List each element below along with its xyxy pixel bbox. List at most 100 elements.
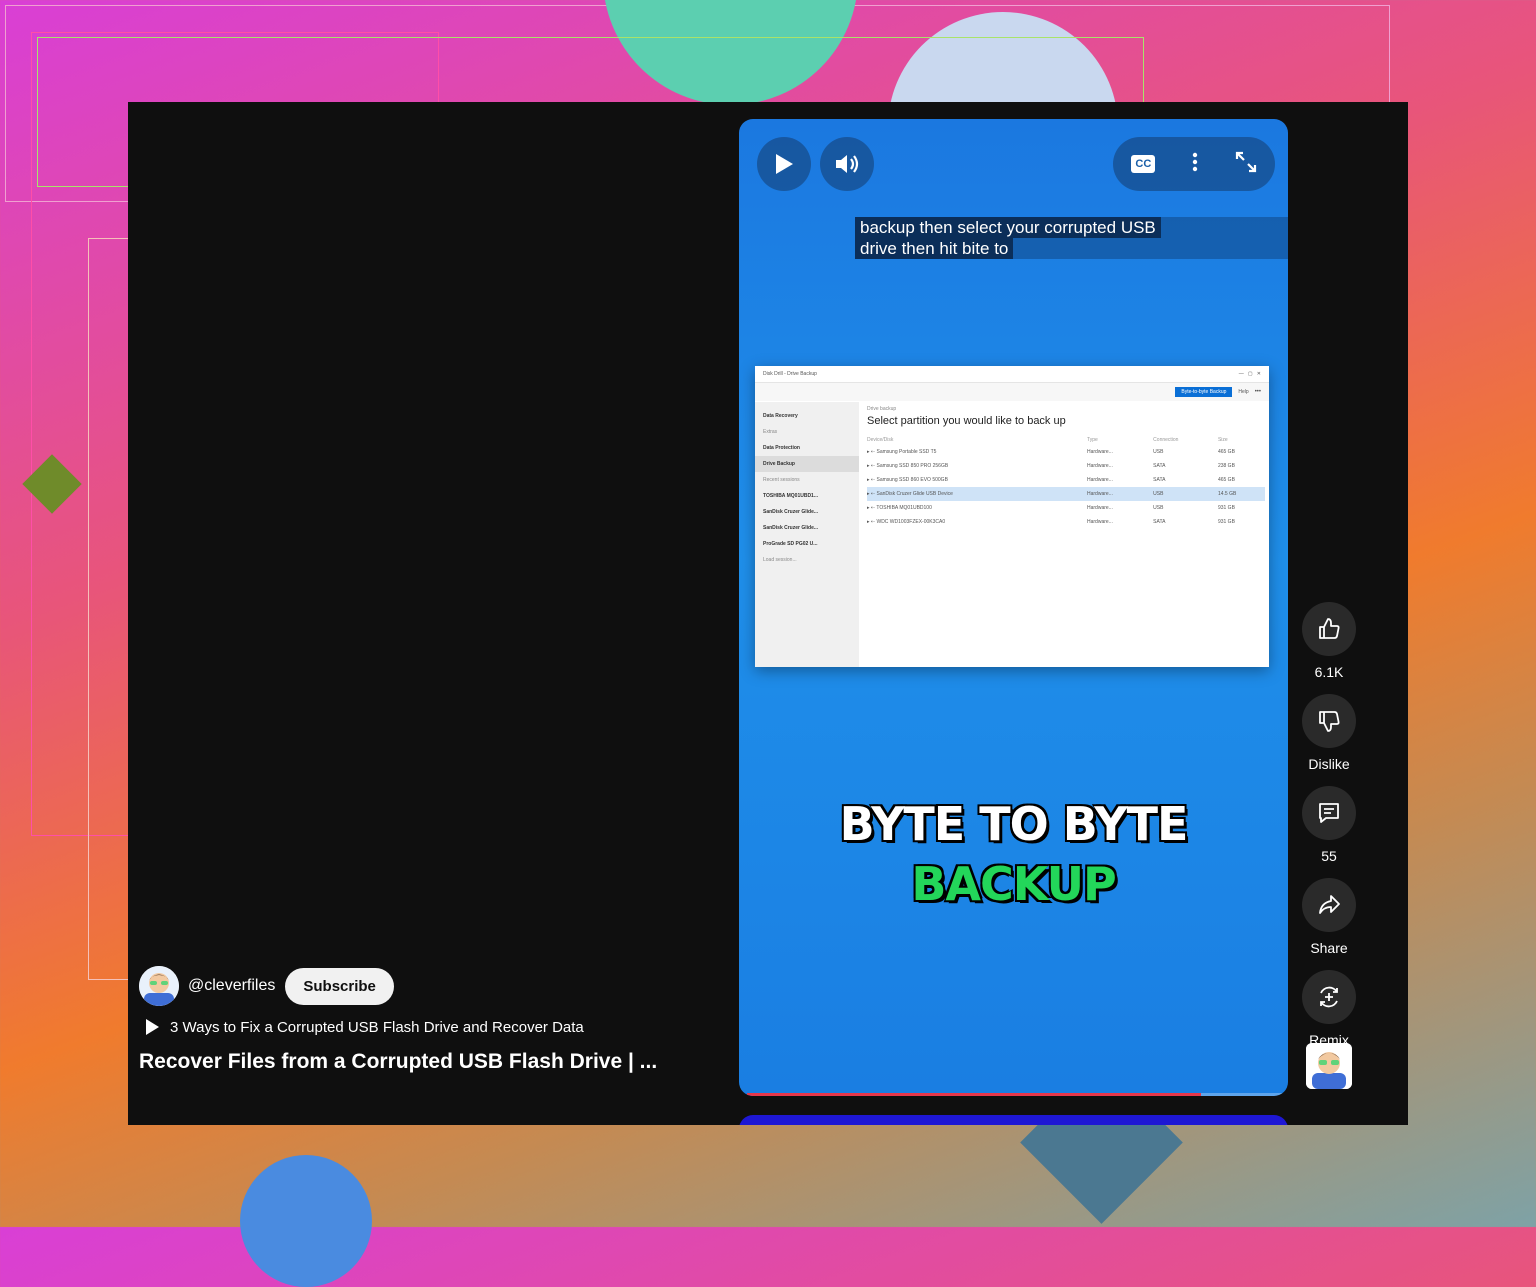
window-sidebar-item: TOSHIBA MQ01UBD1... xyxy=(763,493,819,499)
play-small-icon xyxy=(146,1019,159,1035)
background-circle xyxy=(603,0,858,105)
short-title[interactable]: Recover Files from a Corrupted USB Flash… xyxy=(139,1050,657,1074)
disk-table-row: ▸ ⇠ WDC WD1003FZEX-00K3CA0 Hardware... SAT… xyxy=(867,515,1265,529)
disk-table-cell: 465 GB xyxy=(1217,449,1235,455)
avatar-icon xyxy=(139,966,179,1006)
volume-icon xyxy=(836,155,859,173)
dislike-action: Dislike xyxy=(1300,694,1358,772)
help-label: Help xyxy=(1238,389,1249,395)
cc-label: CC xyxy=(1135,158,1152,170)
window-sidebar-item: SanDisk Cruzer Glide... xyxy=(763,525,819,531)
disk-table-cell: USB xyxy=(1153,449,1164,455)
related-video-title: 3 Ways to Fix a Corrupted USB Flash Driv… xyxy=(170,1018,584,1036)
window-sidebar-item: ProGrade SD PG02 U... xyxy=(763,541,818,547)
remix-button[interactable] xyxy=(1302,970,1356,1024)
disk-table-cell: 465 GB xyxy=(1217,477,1235,483)
window-sidebar-item: Extras xyxy=(763,429,778,435)
disk-table-cell: Hardware... xyxy=(1087,477,1113,483)
window-sidebar: Data Recovery Extras Data Protection Drive … xyxy=(755,402,859,667)
overlay-title-line-2: BACKUP xyxy=(911,857,1116,911)
embedded-app-window: Disk Drill - Drive Backup — ▢ ✕ Byte-to-… xyxy=(755,366,1269,667)
caption-line-1: backup then select your corrupted USB xyxy=(855,217,1161,238)
background-frame xyxy=(88,238,130,980)
more-vert-icon xyxy=(1192,152,1198,171)
window-controls: — ▢ ✕ xyxy=(1238,371,1261,377)
window-sidebar-item: Load session... xyxy=(763,557,797,563)
comment-count: 55 xyxy=(1321,848,1337,864)
window-crumb: Drive backup xyxy=(867,406,897,412)
comment-action: 55 xyxy=(1300,786,1358,864)
share-action: Share xyxy=(1300,878,1358,956)
disk-table-header: Size xyxy=(1217,437,1228,443)
window-sidebar-item: Drive Backup xyxy=(755,456,859,472)
thumbs-up-icon xyxy=(1319,618,1340,639)
disk-table-header: Connection xyxy=(1153,437,1179,443)
window-heading: Select partition you would like to back … xyxy=(867,415,1066,427)
disk-table-cell: 931 GB xyxy=(1217,505,1235,511)
dislike-button[interactable] xyxy=(1302,694,1356,748)
disk-table-cell: ▸ ⇠ SanDisk Cruzer Glide USB Device xyxy=(867,487,1087,501)
window-toolbar: Byte-to-byte Backup Help ••• xyxy=(755,383,1269,401)
disk-table-row: ▸ ⇠ Samsung Portable SSD T5 Hardware... US… xyxy=(867,445,1265,459)
more-options-button[interactable] xyxy=(1192,152,1198,177)
progress-fill xyxy=(747,1093,1202,1096)
volume-button[interactable] xyxy=(820,137,874,191)
fullscreen-button[interactable] xyxy=(1235,151,1257,178)
disk-table-cell: Hardware... xyxy=(1087,487,1154,501)
play-icon xyxy=(776,154,793,174)
disk-table-row: ▸ ⇠ Samsung SSD 850 PRO 256GB Hardware...… xyxy=(867,459,1265,473)
disk-table-row: ▸ ⇠ TOSHIBA MQ01UBD100 Hardware... USB 931 … xyxy=(867,501,1265,515)
channel-info: @cleverfiles Subscribe xyxy=(139,966,394,1006)
disk-table-row: ▸ ⇠ Samsung SSD 860 EVO 500GB Hardware...… xyxy=(867,473,1265,487)
background-circle xyxy=(240,1155,372,1287)
share-button[interactable] xyxy=(1302,878,1356,932)
byte-backup-button: Byte-to-byte Backup xyxy=(1175,387,1233,397)
disk-table-cell: SATA xyxy=(1153,519,1166,525)
like-action: 6.1K xyxy=(1300,602,1358,680)
disk-table-cell: Hardware... xyxy=(1087,519,1113,525)
comment-icon xyxy=(1319,803,1339,823)
related-video-link[interactable]: 3 Ways to Fix a Corrupted USB Flash Driv… xyxy=(144,1018,584,1036)
more-icon: ••• xyxy=(1254,389,1261,395)
disk-table-cell: ▸ ⇠ Samsung SSD 850 PRO 256GB xyxy=(867,463,949,469)
captions-button[interactable]: CC xyxy=(1131,155,1156,173)
disk-table-cell: USB xyxy=(1153,487,1218,501)
player-controls-group: CC xyxy=(1113,137,1275,191)
disk-table-cell: SATA xyxy=(1153,477,1166,483)
background-diamond xyxy=(22,454,82,514)
disk-table-cell: ▸ ⇠ Samsung Portable SSD T5 xyxy=(867,449,937,455)
action-rail: 6.1K Dislike 55 Share Remix xyxy=(1300,602,1358,1062)
play-button[interactable] xyxy=(757,137,811,191)
caption-line-2: drive then hit bite to xyxy=(855,238,1014,259)
disk-table-header: Device/Disk xyxy=(867,437,894,443)
avatar[interactable] xyxy=(139,966,179,1006)
window-sidebar-item: SanDisk Cruzer Glide... xyxy=(763,509,819,515)
disk-table-cell: Hardware... xyxy=(1087,505,1113,511)
window-main: Drive backup Select partition you would … xyxy=(867,406,1265,529)
shorts-player-panel: CC backup then select your corrupted USB… xyxy=(128,102,1408,1125)
dislike-label: Dislike xyxy=(1308,756,1350,772)
subscribe-button[interactable]: Subscribe xyxy=(285,967,394,1005)
disk-table-row: ▸ ⇠ SanDisk Cruzer Glide USB Device Hardw… xyxy=(867,487,1265,501)
disk-table-cell: SATA xyxy=(1153,463,1166,469)
window-sidebar-item: Data Recovery xyxy=(763,413,798,419)
disk-table: Device/Disk Type Connection Size ▸ ⇠ Samsun… xyxy=(867,435,1265,529)
progress-bar[interactable] xyxy=(747,1093,1288,1096)
like-button[interactable] xyxy=(1302,602,1356,656)
disk-table-cell: 931 GB xyxy=(1217,519,1235,525)
channel-thumbnail[interactable] xyxy=(1306,1043,1352,1089)
comment-button[interactable] xyxy=(1302,786,1356,840)
next-video-preview[interactable] xyxy=(739,1115,1288,1125)
disk-table-cell: ▸ ⇠ Samsung SSD 860 EVO 500GB xyxy=(867,477,948,483)
disk-table-cell: Hardware... xyxy=(1087,463,1113,469)
channel-avatar-icon xyxy=(1306,1043,1352,1089)
like-count: 6.1K xyxy=(1314,664,1344,680)
overlay-title-line-1: BYTE TO BYTE xyxy=(839,797,1189,851)
video-player[interactable]: CC backup then select your corrupted USB… xyxy=(739,119,1288,1096)
disk-table-cell: Hardware... xyxy=(1087,449,1113,455)
disk-table-header: Type xyxy=(1087,437,1098,443)
channel-handle[interactable]: @cleverfiles xyxy=(188,977,275,995)
fullscreen-icon xyxy=(1235,151,1256,172)
share-label: Share xyxy=(1310,940,1348,956)
disk-table-cell: USB xyxy=(1153,505,1164,511)
